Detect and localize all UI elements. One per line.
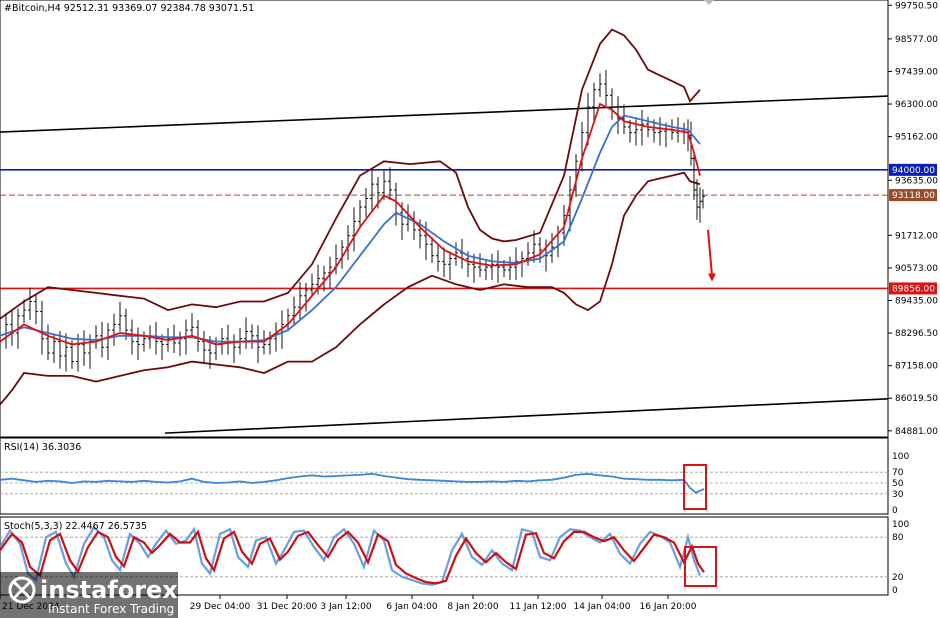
main-pane-frame xyxy=(0,0,889,438)
y-tick-label: 91712.00 xyxy=(895,231,938,241)
x-tick-label: 16 Jan 20:00 xyxy=(640,602,697,612)
stoch-header: Stoch(5,3,3) 22.4467 26.5735 xyxy=(4,521,147,532)
y-tick-label: 93635.00 xyxy=(895,176,938,186)
y-tick-label: 84881.00 xyxy=(895,427,938,437)
y-tick-label: 90573.00 xyxy=(895,264,938,274)
down-arrow-shaft xyxy=(707,229,713,276)
moving-average-blue-line xyxy=(0,114,701,343)
main-price-axis: 99750.50 98577.00 97439.00 96300.00 95162.00… xyxy=(888,1,938,437)
bollinger-upper-line xyxy=(0,28,701,320)
y-tick-label: 97439.00 xyxy=(895,67,938,77)
y-tick-label: 95162.00 xyxy=(895,133,938,143)
moving-average-red-line xyxy=(0,102,701,346)
x-tick-label: 31 Dec 20:00 xyxy=(257,602,318,612)
down-arrow-icon xyxy=(708,273,716,282)
main-price-pane xyxy=(0,28,889,434)
x-tick-label: 29 Dec 04:00 xyxy=(190,602,251,612)
main-header: #Bitcoin,H4 92512.31 93369.07 92384.78 9… xyxy=(4,3,254,14)
watermark-name: instaforex xyxy=(40,576,178,604)
rsi-y-tick-label: 100 xyxy=(892,452,909,462)
rsi-y-tick-label: 50 xyxy=(892,479,904,489)
level-badge-label: 94000.00 xyxy=(892,166,935,176)
x-tick-label: 3 Jan 12:00 xyxy=(320,602,372,612)
y-tick-label: 96300.00 xyxy=(895,100,938,110)
y-tick-label: 99750.50 xyxy=(895,1,938,11)
rsi-pane-frame xyxy=(0,437,889,515)
rsi-highlight-box xyxy=(683,464,707,510)
x-tick-label: 6 Jan 04:00 xyxy=(386,602,438,612)
y-tick-label: 86019.50 xyxy=(895,394,938,404)
price-bars xyxy=(4,69,705,372)
watermark-tagline: Instant Forex Trading xyxy=(48,602,174,616)
stoch-y-tick-label: 80 xyxy=(892,533,904,543)
rsi-y-tick-label: 30 xyxy=(892,490,904,500)
stoch-y-tick-label: 100 xyxy=(892,520,909,530)
rsi-y-tick-label: 70 xyxy=(892,468,904,478)
scroll-marker-icon[interactable] xyxy=(704,0,714,5)
y-tick-label: 98577.00 xyxy=(895,35,938,45)
stoch-y-tick-label: 0 xyxy=(892,586,898,596)
y-tick-label: 89435.00 xyxy=(895,296,938,306)
y-tick-label: 87158.00 xyxy=(895,362,938,372)
rsi-header: RSI(14) 36.3036 xyxy=(4,442,81,453)
y-tick-label: 88296.50 xyxy=(895,329,938,339)
level-badge-label: 93118.00 xyxy=(892,191,935,201)
x-tick-label: 11 Jan 12:00 xyxy=(510,602,567,612)
x-tick-label: 8 Jan 20:00 xyxy=(447,602,499,612)
rsi-pane: 100 705030 0 xyxy=(0,452,909,516)
channel-upper-line xyxy=(0,95,889,133)
rsi-y-tick-label: 0 xyxy=(892,506,898,516)
chart-root: 99750.50 98577.00 97439.00 96300.00 95162.00… xyxy=(0,0,938,618)
channel-lower-line xyxy=(164,397,889,434)
instaforex-watermark: instaforex Instant Forex Trading xyxy=(0,572,178,618)
stoch-y-tick-label: 20 xyxy=(892,573,904,583)
level-badge-label: 89856.00 xyxy=(892,284,935,294)
x-tick-label: 14 Jan 04:00 xyxy=(574,602,631,612)
